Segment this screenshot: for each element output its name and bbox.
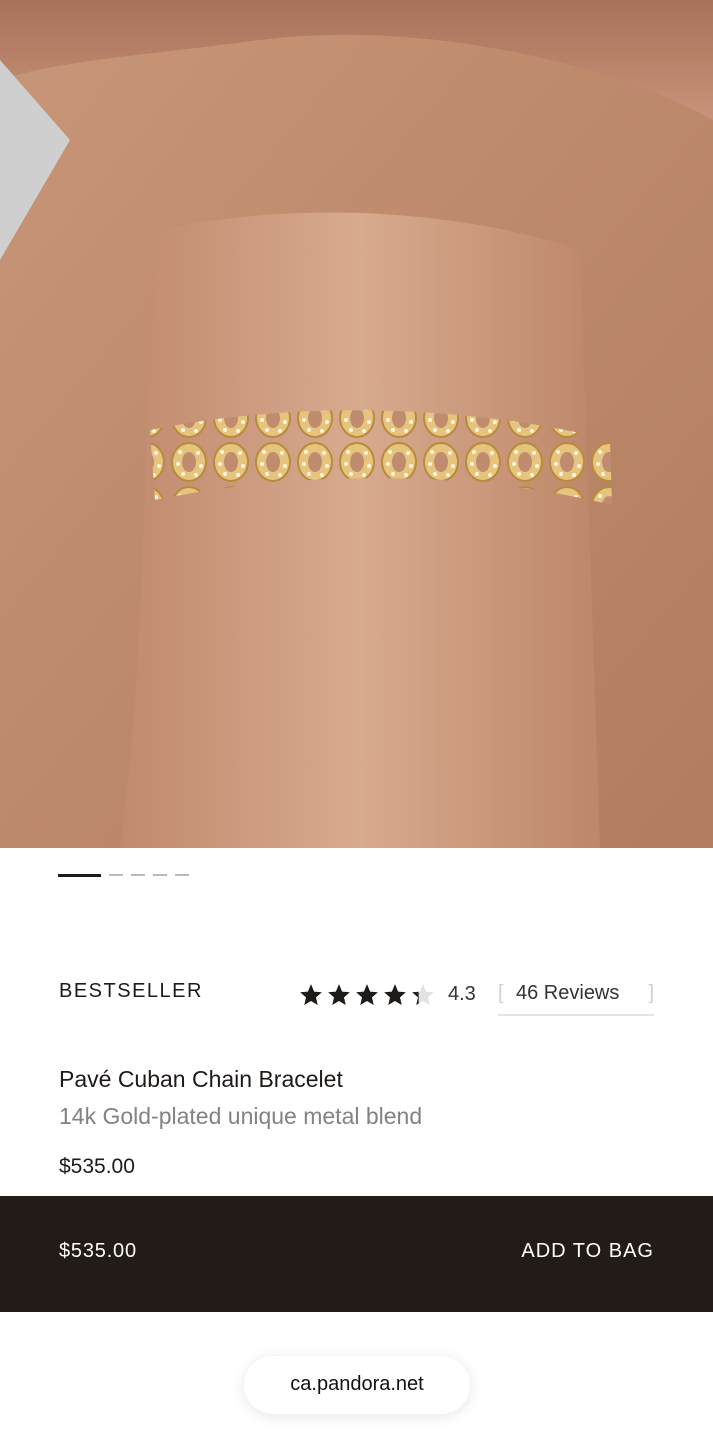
- bracket-open: [: [498, 982, 504, 1004]
- browser-url-bar[interactable]: ca.pandora.net: [244, 1356, 470, 1414]
- product-material: 14k Gold-plated unique metal blend: [59, 1103, 423, 1129]
- carousel-dot-2[interactable]: [109, 874, 123, 876]
- carousel-dot-4[interactable]: [153, 874, 167, 876]
- add-to-bag-bar[interactable]: $535.00 ADD TO BAG: [0, 1196, 713, 1312]
- star-icon: [384, 984, 406, 1005]
- rating-value: 4.3: [448, 983, 476, 1005]
- bracket-close: ]: [648, 982, 654, 1004]
- product-price: $535.00: [59, 1155, 135, 1178]
- url-text: ca.pandora.net: [290, 1373, 424, 1395]
- star-icon: [356, 984, 378, 1005]
- product-name: Pavé Cuban Chain Bracelet: [59, 1066, 343, 1092]
- star-icon: [300, 984, 322, 1005]
- star-icon: [328, 984, 350, 1005]
- carousel-dot-3[interactable]: [131, 874, 145, 876]
- sticky-price: $535.00: [59, 1240, 137, 1262]
- reviews-link[interactable]: [ 46 Reviews ]: [498, 980, 654, 1016]
- carousel-dot-1[interactable]: [58, 874, 101, 877]
- partial-star-icon: [412, 984, 434, 1005]
- product-image: [0, 0, 713, 848]
- reviews-count: 46 Reviews: [516, 982, 620, 1004]
- rating-summary: 4.3 [ 46 Reviews ]: [298, 980, 656, 1016]
- product-image-carousel[interactable]: [0, 0, 713, 848]
- add-to-bag-button[interactable]: ADD TO BAG: [521, 1240, 654, 1263]
- carousel-dot-5[interactable]: [175, 874, 189, 876]
- bestseller-badge: BESTSELLER: [59, 980, 203, 1002]
